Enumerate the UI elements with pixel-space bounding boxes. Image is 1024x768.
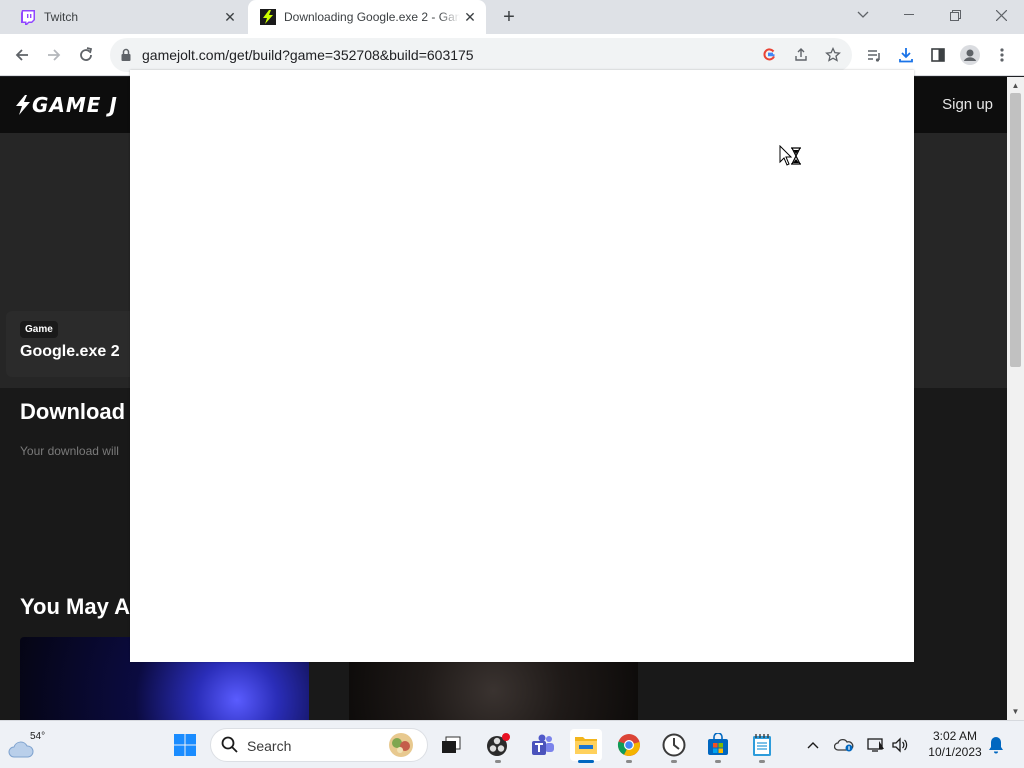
twitch-icon (21, 10, 35, 25)
page-scrollbar[interactable]: ▲ ▼ (1007, 77, 1024, 720)
back-arrow-icon (15, 49, 28, 61)
download-icon (899, 48, 913, 63)
taskbar-app-chrome[interactable] (613, 729, 645, 763)
forward-arrow-icon (48, 49, 61, 61)
tab-twitch[interactable]: Twitch ✕ (8, 0, 246, 34)
start-button[interactable] (169, 729, 201, 761)
reload-button[interactable] (72, 41, 100, 69)
close-tab-icon[interactable]: ✕ (460, 7, 480, 27)
running-indicator (626, 760, 632, 763)
running-indicator (578, 760, 594, 763)
task-view-icon (442, 736, 461, 753)
address-bar[interactable]: gamejolt.com/get/build?game=352708&build… (110, 38, 852, 72)
side-panel-button[interactable] (924, 41, 952, 69)
weather-temperature: 54° (30, 731, 46, 742)
taskbar-clock[interactable]: 3:02 AM 10/1/2023 (920, 728, 990, 760)
sign-up-link[interactable]: Sign up (942, 96, 993, 113)
taskbar-app-obs[interactable] (482, 729, 514, 763)
clock-time: 3:02 AM (932, 729, 978, 743)
menu-button[interactable] (988, 41, 1016, 69)
close-tab-icon[interactable]: ✕ (220, 7, 240, 27)
minimize-button[interactable] (886, 0, 932, 30)
url-text: gamejolt.com/get/build?game=352708&build… (142, 47, 474, 63)
new-tab-button[interactable]: + (498, 6, 520, 28)
search-label: Search (247, 738, 292, 754)
show-hidden-icons-chevron-up-icon[interactable] (803, 735, 823, 755)
store-icon (708, 733, 728, 755)
game-title: Google.exe 2 (20, 343, 120, 360)
more-vertical-icon (1000, 48, 1004, 62)
taskbar-app-clock[interactable] (658, 729, 690, 763)
windows-logo-icon (174, 734, 196, 756)
taskbar-app-store[interactable] (702, 729, 734, 763)
weather-widget[interactable]: 54° (8, 729, 48, 761)
running-indicator (715, 760, 721, 763)
chrome-icon (617, 734, 640, 756)
reload-icon (80, 47, 93, 61)
share-icon[interactable] (792, 46, 810, 64)
back-button[interactable] (8, 41, 36, 69)
teams-icon (532, 734, 554, 755)
network-icon[interactable] (866, 735, 886, 755)
media-queue-icon (868, 50, 880, 62)
search-highlight-icon (389, 733, 413, 757)
clock-app-icon (662, 733, 686, 757)
folder-icon (575, 737, 597, 754)
taskbar-app-file-explorer[interactable] (570, 729, 602, 763)
tab-gamejolt[interactable]: Downloading Google.exe 2 - Game Jolt ✕ (248, 0, 486, 34)
running-indicator (495, 760, 501, 763)
busy-cursor-icon (779, 145, 801, 166)
logo-text: GAME J (32, 93, 118, 117)
running-indicator (671, 760, 677, 763)
google-icon[interactable] (760, 46, 778, 64)
gamejolt-icon (260, 9, 276, 25)
bookmark-star-icon[interactable] (824, 46, 842, 64)
downloads-button[interactable] (892, 41, 920, 69)
download-heading: Download (20, 399, 126, 424)
restore-button[interactable] (932, 0, 978, 30)
clock-date: 10/1/2023 (928, 745, 982, 759)
windows-taskbar: 54° Search 3:02 AM 10/1/2023 (0, 720, 1024, 768)
onedrive-icon[interactable] (834, 735, 854, 755)
side-panel-icon (931, 48, 945, 62)
gamejolt-logo[interactable]: GAME J (14, 93, 118, 117)
tab-title: Downloading Google.exe 2 - Game Jolt (284, 10, 460, 24)
forward-button[interactable] (40, 41, 68, 69)
download-subtext: Your download will (20, 444, 119, 458)
scroll-up-icon[interactable]: ▲ (1011, 81, 1020, 90)
running-indicator (759, 760, 765, 763)
notepad-icon (753, 734, 771, 756)
tab-strip: Twitch ✕ Downloading Google.exe 2 - Game… (0, 0, 1024, 34)
lock-icon (121, 48, 131, 61)
scroll-thumb[interactable] (1010, 93, 1021, 367)
volume-icon[interactable] (890, 735, 910, 755)
recommendations-heading: You May A (20, 594, 131, 619)
notification-bell-icon[interactable] (986, 735, 1006, 755)
tab-search-icon[interactable] (840, 0, 886, 30)
media-control-button[interactable] (860, 41, 888, 69)
obs-icon (487, 733, 510, 756)
tab-title: Twitch (44, 10, 79, 24)
task-view-button[interactable] (435, 729, 467, 761)
avatar-icon (960, 45, 980, 65)
scroll-down-icon[interactable]: ▼ (1011, 707, 1020, 716)
profile-button[interactable] (956, 41, 984, 69)
taskbar-app-notepad[interactable] (746, 729, 778, 763)
close-window-button[interactable] (978, 0, 1024, 30)
taskbar-search[interactable]: Search (210, 728, 428, 762)
taskbar-app-teams[interactable] (527, 729, 559, 761)
search-icon (221, 736, 238, 753)
game-tag: Game (20, 321, 58, 338)
bolt-icon (16, 95, 30, 115)
